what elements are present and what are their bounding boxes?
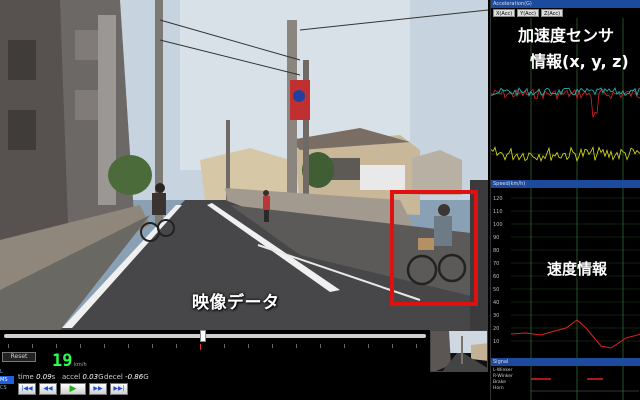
signal-panel-title: Signal [491, 358, 640, 366]
play-button[interactable]: ▶ [60, 383, 86, 395]
accel-value: 0.03 [82, 373, 99, 381]
speed-overlay: 速度情報 [547, 260, 608, 278]
mode-label[interactable]: L [0, 368, 14, 376]
time-value: 0.09 [36, 373, 52, 381]
time-unit: s [51, 373, 56, 381]
detection-box [390, 190, 478, 306]
ruler-tick [152, 344, 153, 348]
accel-overlay-line2: 情報(x, y, z) [530, 52, 629, 71]
skip-end-button[interactable]: ▶▶| [110, 383, 128, 395]
playback-buttons: |◀◀ ◀◀ ▶ ▶▶ ▶▶| [18, 383, 128, 395]
speed-tick-label: 80 [493, 248, 499, 254]
speed-panel-title: Speed(km/h) [491, 180, 640, 188]
speed-tick-label: 70 [493, 261, 499, 267]
speed-tick-label: 90 [493, 235, 499, 241]
speed-readout: 19 [52, 351, 73, 371]
ruler-tick [8, 344, 9, 348]
speed-tick-label: 100 [493, 222, 503, 228]
video-thumbnail[interactable] [430, 330, 488, 372]
ruler-tick [344, 344, 345, 348]
accel-readout: accel 0.03G [62, 373, 104, 381]
step-back-button[interactable]: ◀◀ [39, 383, 57, 395]
mode-labels: L MS CS [0, 368, 14, 392]
playback-controls: Reset 19 km/h L MS CS time 0.09s accel 0… [0, 352, 430, 400]
time-label: time [18, 373, 34, 381]
accel-label: accel [62, 373, 81, 381]
speed-unit: km/h [74, 362, 87, 368]
ruler-tick [200, 344, 201, 350]
speed-trace [510, 319, 640, 349]
thumbnail-scene [431, 331, 487, 371]
ruler-tick [176, 344, 177, 348]
step-forward-button[interactable]: ▶▶ [89, 383, 107, 395]
ruler-tick [56, 344, 57, 348]
axis-z-toggle[interactable]: Z(Acc) [540, 9, 564, 17]
skip-start-button[interactable]: |◀◀ [18, 383, 36, 395]
signal-graph [530, 366, 639, 400]
acceleration-toolbar: X(Acc) Y(Acc) Z(Acc) [493, 9, 564, 17]
decel-label: decel [104, 373, 123, 381]
mode-label-selected[interactable]: MS [0, 376, 14, 384]
axis-y-toggle[interactable]: Y(Acc) [517, 9, 539, 17]
speed-tick-label: 120 [493, 196, 503, 202]
video-view[interactable]: 映像データ [0, 0, 488, 330]
ruler-tick [416, 344, 417, 348]
ruler-tick [248, 344, 249, 348]
drive-recorder-app: 映像データ Reset 19 km/h L MS CS time 0.09s a… [0, 0, 640, 400]
accel-overlay-line1: 加速度センサ [518, 26, 615, 45]
ruler-tick [224, 344, 225, 348]
speed-tick-label: 40 [493, 300, 499, 306]
axis-x-toggle[interactable]: X(Acc) [493, 9, 516, 17]
signal-panel: Signal L-Winker R-Winker Brake Horn [490, 358, 640, 400]
timeline-thumb[interactable] [199, 330, 206, 342]
speed-tick-label: 30 [493, 313, 499, 319]
speed-tick-label: 60 [493, 274, 499, 280]
ruler-tick [80, 344, 81, 348]
accel-unit: G [98, 373, 104, 381]
acceleration-panel-title: Acceleration(G) [491, 0, 640, 8]
speed-tick-label: 50 [493, 287, 499, 293]
reset-button[interactable]: Reset [2, 352, 36, 362]
ruler-tick [320, 344, 321, 348]
speed-tick-label: 20 [493, 326, 499, 332]
ruler-tick [104, 344, 105, 348]
decel-unit: G [143, 373, 149, 381]
ruler-tick [368, 344, 369, 348]
decel-value: -0.86 [125, 373, 144, 381]
ruler-tick [272, 344, 273, 348]
speed-tick-label: 10 [493, 339, 499, 345]
ruler-tick [128, 344, 129, 348]
timeline-track[interactable] [4, 334, 426, 338]
video-caption: 映像データ [192, 293, 280, 313]
timeline-seekbar[interactable] [0, 330, 430, 344]
time-readout: time 0.09s [18, 373, 55, 381]
decel-readout: decel -0.86G [104, 373, 149, 381]
ruler-tick [32, 344, 33, 348]
ruler-tick [296, 344, 297, 348]
speed-tick-label: 110 [493, 209, 503, 215]
mode-label[interactable]: CS [0, 384, 14, 392]
ruler-tick [392, 344, 393, 348]
